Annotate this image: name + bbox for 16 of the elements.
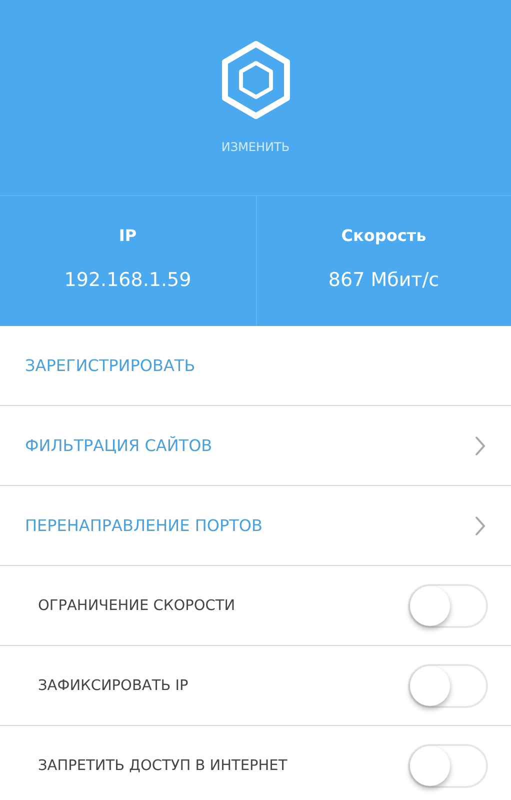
change-button[interactable]: ИЗМЕНИТЬ — [221, 140, 290, 154]
chevron-right-icon — [474, 514, 486, 536]
toggle-switch[interactable] — [408, 584, 488, 628]
setting-label: ЗАФИКСИРОВАТЬ IP — [38, 678, 188, 694]
stat-value: 867 Мбит/с — [328, 269, 440, 291]
setting-label: ЗАПРЕТИТЬ ДОСТУП В ИНТЕРНЕТ — [38, 758, 288, 774]
setting-label: ОГРАНИЧЕНИЕ СКОРОСТИ — [38, 598, 236, 614]
menu-item[interactable]: ПЕРЕНАПРАВЛЕНИЕ ПОРТОВ — [25, 516, 262, 535]
menu-item[interactable]: ФИЛЬТРАЦИЯ САЙТОВ — [25, 436, 212, 455]
register-link[interactable]: ЗАРЕГИСТРИРОВАТЬ — [25, 356, 196, 375]
chevron-right-icon — [474, 434, 486, 456]
toggle-switch[interactable] — [408, 744, 488, 788]
stat-label: Скорость — [341, 226, 426, 245]
stat-label: IP — [118, 226, 137, 245]
stat-value: 192.168.1.59 — [64, 269, 192, 291]
toggle-switch[interactable] — [408, 664, 488, 708]
